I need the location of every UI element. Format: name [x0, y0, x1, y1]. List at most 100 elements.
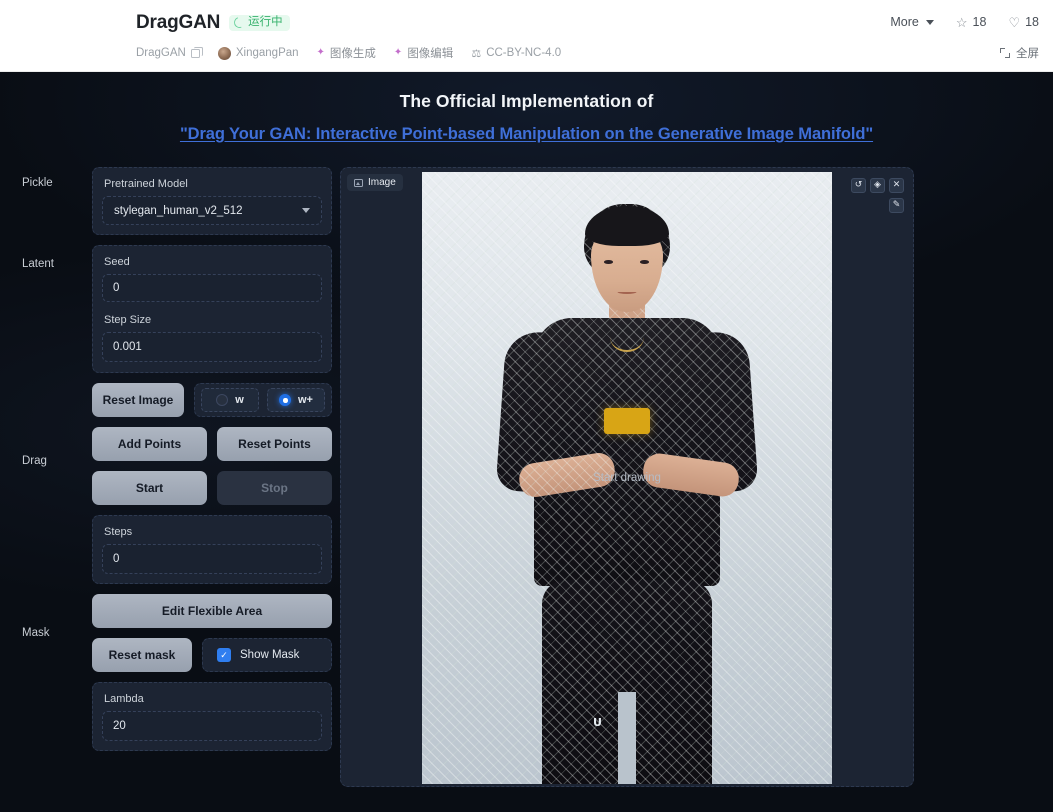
- step-size-value: 0.001: [113, 341, 142, 353]
- close-icon[interactable]: ✕: [889, 178, 904, 193]
- sparkle-icon: ✦: [393, 47, 403, 58]
- mask-row: Reset mask ✓ Show Mask: [92, 638, 332, 672]
- license-item[interactable]: ⚖ CC-BY-NC-4.0: [471, 47, 561, 60]
- radio-dot-icon: [216, 394, 229, 406]
- necklace: [610, 322, 644, 352]
- sparkle-icon: ✦: [316, 47, 325, 58]
- rail-label-drag: Drag: [22, 455, 47, 467]
- seed-input[interactable]: 0: [102, 274, 322, 302]
- latent-space-radio-group: w w+: [194, 383, 332, 417]
- tag-label: 图像编辑: [407, 48, 454, 60]
- pretrained-model-select[interactable]: stylegan_human_v2_512: [102, 196, 322, 225]
- canvas-toolbar-bottom-row: ✎: [889, 198, 904, 213]
- tag-image-generation[interactable]: ✦ 图像生成: [317, 45, 376, 61]
- section-rail: Pickle Latent Drag Mask: [0, 167, 92, 807]
- controls-column: Pretrained Model stylegan_human_v2_512 S…: [92, 167, 332, 761]
- points-button-row: Add Points Reset Points: [92, 427, 332, 461]
- seed-value: 0: [113, 282, 120, 294]
- step-size-input[interactable]: 0.001: [102, 332, 322, 362]
- author-item[interactable]: XingangPan: [217, 46, 299, 60]
- edit-flexible-area-row: Edit Flexible Area: [92, 594, 332, 628]
- lambda-label: Lambda: [104, 693, 144, 705]
- lambda-input[interactable]: 20: [102, 711, 322, 741]
- repo-meta-row: DragGAN XingangPan ✦ 图像生成 ✦ 图像编辑 ⚖ CC-BY…: [136, 45, 579, 61]
- eraser-icon[interactable]: ◈: [870, 178, 885, 193]
- image-panel[interactable]: Image ↺ ◈ ✕ ✎ U Start drawing: [340, 167, 914, 787]
- pretrained-model-group: Pretrained Model stylegan_human_v2_512: [92, 167, 332, 235]
- steps-group: Steps 0: [92, 515, 332, 584]
- radio-option-wplus[interactable]: w+: [267, 388, 325, 412]
- image-panel-tag: Image: [347, 174, 403, 191]
- fullscreen-label: 全屏: [1016, 48, 1039, 60]
- leg-gap: [618, 692, 636, 784]
- reset-points-button[interactable]: Reset Points: [217, 427, 332, 461]
- mouth: [617, 290, 637, 294]
- more-label: More: [890, 15, 919, 29]
- pretrained-model-label: Pretrained Model: [104, 178, 188, 190]
- top-bar-actions: More ☆ 18 ♡ 18: [890, 15, 1039, 29]
- start-stop-row: Start Stop: [92, 471, 332, 505]
- tag-image-editing[interactable]: ✦ 图像编辑: [394, 45, 453, 61]
- license-icon: ⚖: [471, 47, 482, 60]
- torso-shirt: [534, 318, 720, 586]
- repo-name-item[interactable]: DragGAN: [136, 46, 204, 59]
- reset-image-button[interactable]: Reset Image: [92, 383, 184, 417]
- show-mask-checkbox[interactable]: ✓ Show Mask: [202, 638, 332, 672]
- chevron-down-icon: [925, 19, 934, 25]
- heart-count: 18: [1025, 15, 1039, 29]
- pen-icon[interactable]: ✎: [889, 198, 904, 213]
- status-badge-label: 运行中: [248, 15, 283, 28]
- app-body: The Official Implementation of "Drag You…: [0, 72, 1053, 812]
- chevron-down-icon: [302, 208, 310, 213]
- eye-right: [640, 260, 649, 264]
- start-button[interactable]: Start: [92, 471, 207, 505]
- heart-icon: ♡: [1008, 14, 1021, 30]
- reset-image-row: Reset Image w w+: [92, 383, 332, 417]
- steps-value: 0: [113, 553, 120, 565]
- main-region: Pickle Latent Drag Mask Pretrained Model…: [0, 167, 1053, 807]
- rail-label-latent: Latent: [22, 258, 54, 270]
- checkbox-checked-icon: ✓: [217, 648, 231, 662]
- hair-front: [585, 206, 669, 246]
- radio-label-wplus: w+: [298, 394, 313, 406]
- fullscreen-icon: [1000, 48, 1010, 58]
- status-badge: 运行中: [229, 14, 290, 32]
- add-points-button[interactable]: Add Points: [92, 427, 207, 461]
- author-label: XingangPan: [235, 47, 299, 59]
- image-icon: [354, 178, 363, 187]
- app-title: DragGAN: [136, 12, 221, 33]
- shirt-logo: [604, 408, 650, 434]
- show-mask-label: Show Mask: [240, 649, 300, 661]
- like-button[interactable]: ♡ 18: [1008, 15, 1039, 29]
- fullscreen-button[interactable]: 全屏: [1000, 45, 1039, 61]
- lambda-group: Lambda 20: [92, 682, 332, 751]
- paper-title-link[interactable]: "Drag Your GAN: Interactive Point-based …: [0, 125, 1053, 144]
- lambda-value: 20: [113, 720, 126, 732]
- latent-group: Seed 0 Step Size 0.001: [92, 245, 332, 373]
- avatar: [217, 46, 231, 60]
- tag-label: 图像生成: [329, 48, 376, 60]
- copy-icon[interactable]: [190, 46, 204, 58]
- undo-icon[interactable]: ↺: [851, 178, 866, 193]
- repo-name-label: DragGAN: [136, 47, 186, 59]
- top-bar: DragGAN 运行中 DragGAN XingangPan ✦ 图像生成 ✦ …: [0, 0, 1053, 72]
- star-button[interactable]: ☆ 18: [956, 15, 987, 29]
- generated-image-canvas[interactable]: U Start drawing: [422, 172, 832, 784]
- steps-input[interactable]: 0: [102, 544, 322, 574]
- hero-header: The Official Implementation of "Drag You…: [0, 72, 1053, 144]
- more-button[interactable]: More: [890, 15, 934, 29]
- canvas-toolbar-top-row: ↺ ◈ ✕: [851, 178, 904, 193]
- edit-flexible-area-button[interactable]: Edit Flexible Area: [92, 594, 332, 628]
- radio-option-w[interactable]: w: [201, 388, 259, 412]
- step-size-label: Step Size: [104, 314, 152, 326]
- start-drawing-overlay: Start drawing: [593, 472, 661, 484]
- seed-label: Seed: [104, 256, 130, 268]
- radio-label-w: w: [235, 394, 244, 406]
- radio-dot-selected-icon: [279, 394, 291, 406]
- hero-subtitle: The Official Implementation of: [399, 91, 654, 111]
- steps-label: Steps: [104, 526, 133, 538]
- stop-button[interactable]: Stop: [217, 471, 332, 505]
- image-panel-tag-label: Image: [368, 177, 396, 188]
- star-icon: ☆: [955, 14, 968, 30]
- reset-mask-button[interactable]: Reset mask: [92, 638, 192, 672]
